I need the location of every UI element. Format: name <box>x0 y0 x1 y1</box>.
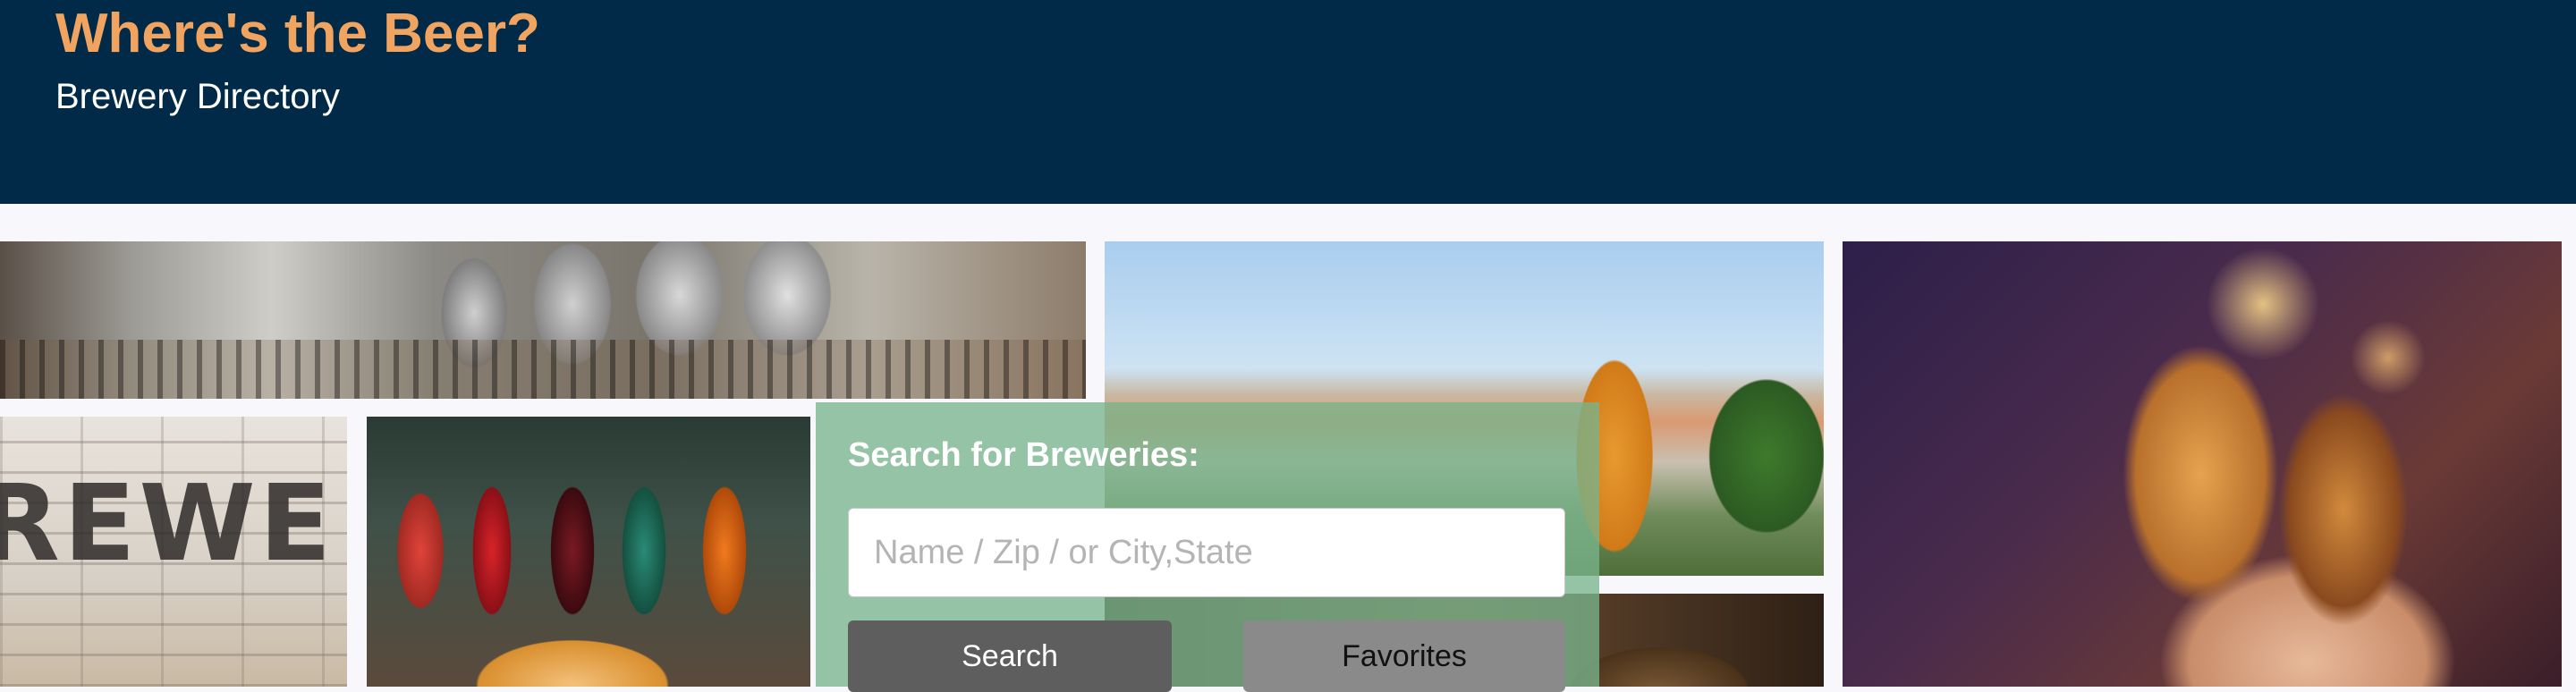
brick-wall-lettering: REWE <box>0 461 335 585</box>
favorites-button[interactable]: Favorites <box>1243 620 1565 692</box>
search-button[interactable]: Search <box>848 620 1172 692</box>
search-input[interactable] <box>848 508 1565 597</box>
site-header: Where's the Beer? Brewery Directory <box>0 0 2576 204</box>
site-title: Where's the Beer? <box>55 3 540 64</box>
brick-wall-photo: REWE <box>0 417 347 687</box>
search-heading: Search for Breweries: <box>848 436 1199 474</box>
search-panel: Search for Breweries: Search Favorites <box>816 402 1599 692</box>
brewhouse-photo <box>0 241 1086 399</box>
site-subtitle: Brewery Directory <box>55 77 340 116</box>
beer-taps-photo <box>367 417 810 687</box>
cheers-photo <box>1843 241 2562 687</box>
